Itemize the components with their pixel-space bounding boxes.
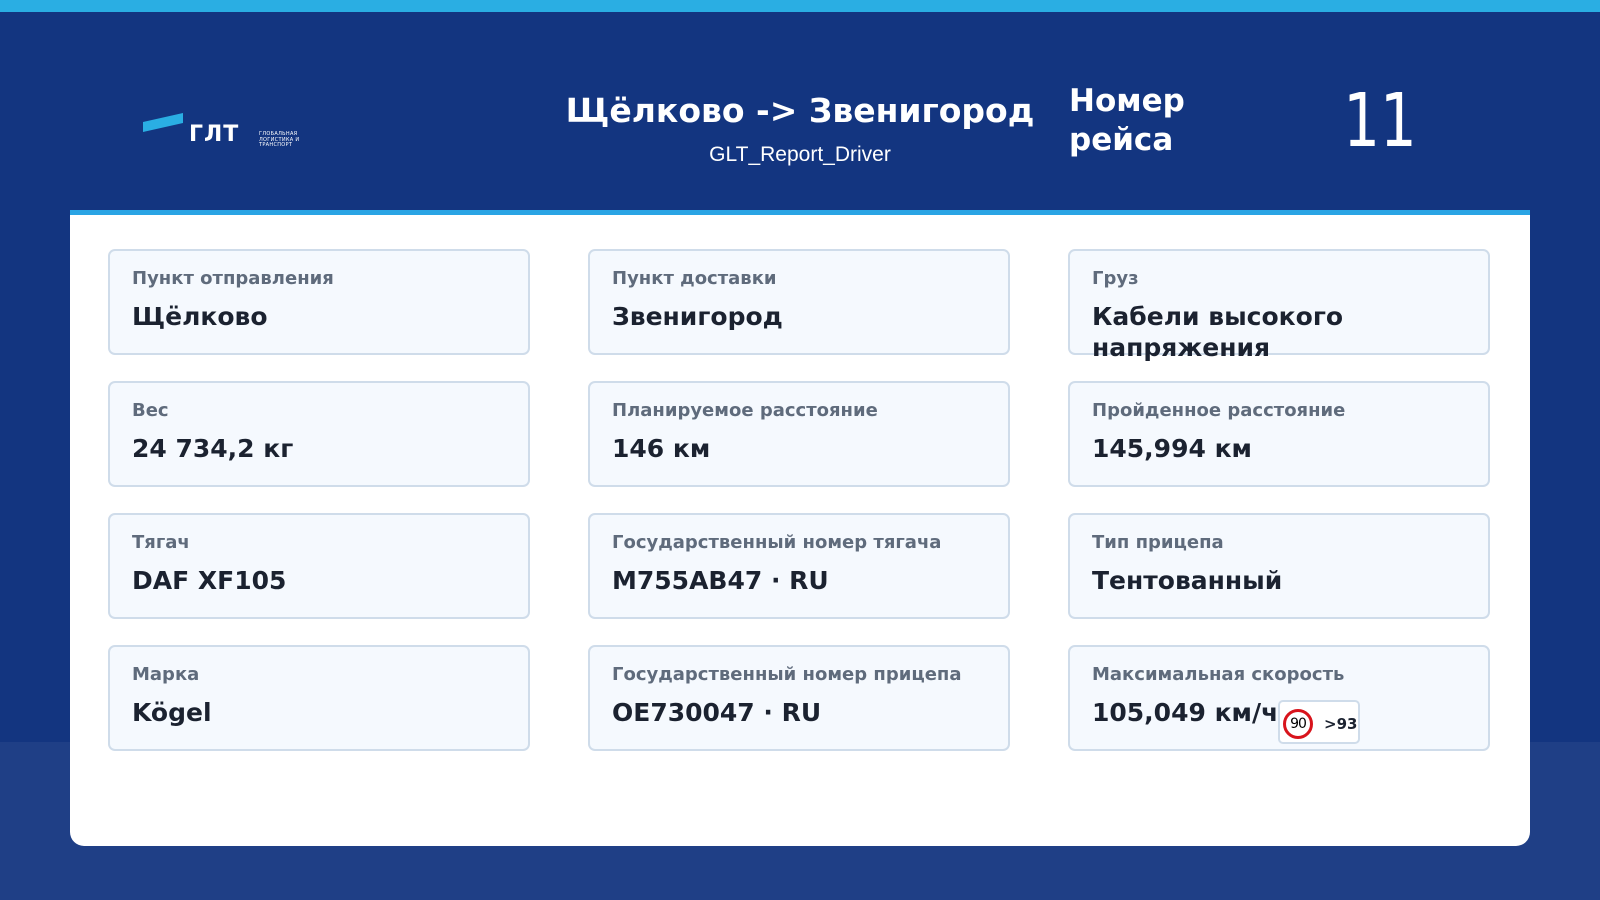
card-value: 24 734,2 кг (132, 434, 294, 463)
card-tractor: Тягач DAF XF105 (108, 513, 530, 619)
card-label: Пункт отправления (132, 268, 334, 289)
card-value: DAF XF105 (132, 566, 287, 595)
card-label: Вес (132, 400, 169, 421)
logo-main-text: ГЛТ (189, 122, 240, 147)
card-value: Kögel (132, 698, 212, 727)
report-page: ГЛТ ГЛОБАЛЬНАЯ ЛОГИСТИКА И ТРАНСПОРТ Щёл… (0, 0, 1600, 900)
logo-stripe-icon (143, 113, 183, 132)
card-label: Государственный номер тягача (612, 532, 942, 553)
logo-sub-text: ГЛОБАЛЬНАЯ ЛОГИСТИКА И ТРАНСПОРТ (259, 131, 300, 148)
speeding-badge: 90 >93 (1278, 700, 1360, 744)
card-value: M755AB47 · RU (612, 566, 829, 595)
card-label: Государственный номер прицепа (612, 664, 962, 685)
card-value: 145,994 км (1092, 434, 1252, 463)
card-trailer-plate: Государственный номер прицепа OE730047 ·… (588, 645, 1010, 751)
card-delivery: Пункт доставки Звенигород (588, 249, 1010, 355)
trip-number: 11 (1343, 78, 1417, 164)
card-label: Планируемое расстояние (612, 400, 878, 421)
card-cargo: Груз Кабели высокого напряжения (1068, 249, 1490, 362)
card-label: Груз (1092, 268, 1139, 289)
trip-number-label: Номер рейса (1069, 83, 1185, 158)
speed-exceeded-value: >93 (1324, 715, 1358, 733)
card-value: Щёлково (132, 302, 268, 331)
card-value: Тентованный (1092, 566, 1283, 595)
details-panel: Пункт отправления Щёлково Пункт доставки… (70, 210, 1530, 846)
card-label: Пройденное расстояние (1092, 400, 1346, 421)
card-driven-distance: Пройденное расстояние 145,994 км (1068, 381, 1490, 487)
card-weight: Вес 24 734,2 кг (108, 381, 530, 487)
card-label: Марка (132, 664, 200, 685)
card-trailer-brand: Марка Kögel (108, 645, 530, 751)
card-label: Максимальная скорость (1092, 664, 1345, 685)
card-value: Кабели высокого напряжения (1092, 302, 1344, 362)
company-logo: ГЛТ ГЛОБАЛЬНАЯ ЛОГИСТИКА И ТРАНСПОРТ (143, 108, 323, 154)
card-max-speed: Максимальная скорость 105,049 км/ч 90 >9… (1068, 645, 1490, 751)
speed-limit-sign-icon: 90 (1283, 709, 1313, 739)
route-title: Щёлково -> Звенигород (565, 91, 1035, 130)
card-label: Тягач (132, 532, 190, 553)
card-label: Пункт доставки (612, 268, 777, 289)
card-tractor-plate: Государственный номер тягача M755AB47 · … (588, 513, 1010, 619)
card-departure: Пункт отправления Щёлково (108, 249, 530, 355)
card-label: Тип прицепа (1092, 532, 1224, 553)
card-value: OE730047 · RU (612, 698, 822, 727)
card-value: Звенигород (612, 302, 783, 331)
card-trailer-type: Тип прицепа Тентованный (1068, 513, 1490, 619)
card-planned-distance: Планируемое расстояние 146 км (588, 381, 1010, 487)
card-value: 146 км (612, 434, 711, 463)
report-name: GLT_Report_Driver (709, 143, 891, 166)
top-accent-strip (0, 0, 1600, 12)
